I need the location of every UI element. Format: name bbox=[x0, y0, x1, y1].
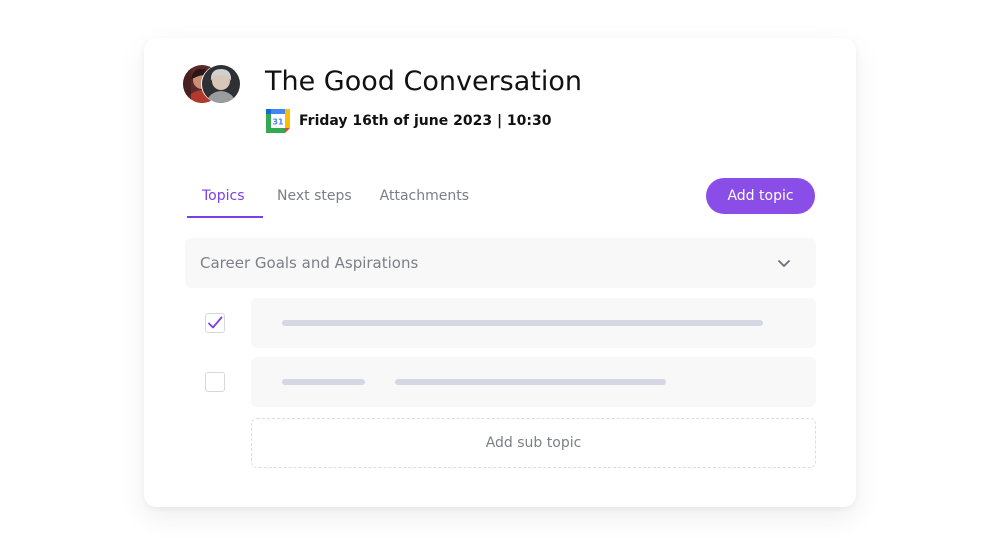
participant-avatars bbox=[183, 65, 243, 105]
topic-title: Career Goals and Aspirations bbox=[200, 254, 419, 272]
check-icon bbox=[208, 316, 223, 329]
meeting-card: The Good Conversation 31 Friday 16th of … bbox=[144, 38, 856, 507]
text-placeholder-bar bbox=[395, 379, 666, 385]
avatar[interactable] bbox=[202, 65, 240, 103]
add-topic-button[interactable]: Add topic bbox=[706, 178, 815, 214]
subtopic-row[interactable] bbox=[251, 298, 816, 348]
tab-next-steps[interactable]: Next steps bbox=[263, 182, 366, 218]
subtopic-row[interactable] bbox=[251, 357, 816, 407]
subtopic-checkbox-checked[interactable] bbox=[205, 313, 225, 333]
meeting-title: The Good Conversation bbox=[265, 66, 582, 97]
tab-attachments[interactable]: Attachments bbox=[366, 182, 483, 218]
tab-topics[interactable]: Topics bbox=[187, 182, 263, 218]
meeting-date: Friday 16th of june 2023 | 10:30 bbox=[299, 113, 552, 129]
topic-accordion-header[interactable]: Career Goals and Aspirations bbox=[185, 238, 816, 288]
subtopic-checkbox[interactable] bbox=[205, 372, 225, 392]
text-placeholder-bar bbox=[282, 320, 763, 326]
avatar-photo-2 bbox=[202, 65, 240, 103]
chevron-down-icon[interactable] bbox=[776, 255, 792, 271]
google-calendar-icon: 31 bbox=[266, 109, 290, 133]
text-placeholder-bar bbox=[282, 379, 365, 385]
tab-bar: Topics Next steps Attachments bbox=[187, 182, 483, 218]
meeting-date-row: 31 Friday 16th of june 2023 | 10:30 bbox=[266, 109, 552, 133]
svg-text:31: 31 bbox=[272, 118, 284, 127]
add-sub-topic-button[interactable]: Add sub topic bbox=[251, 418, 816, 468]
